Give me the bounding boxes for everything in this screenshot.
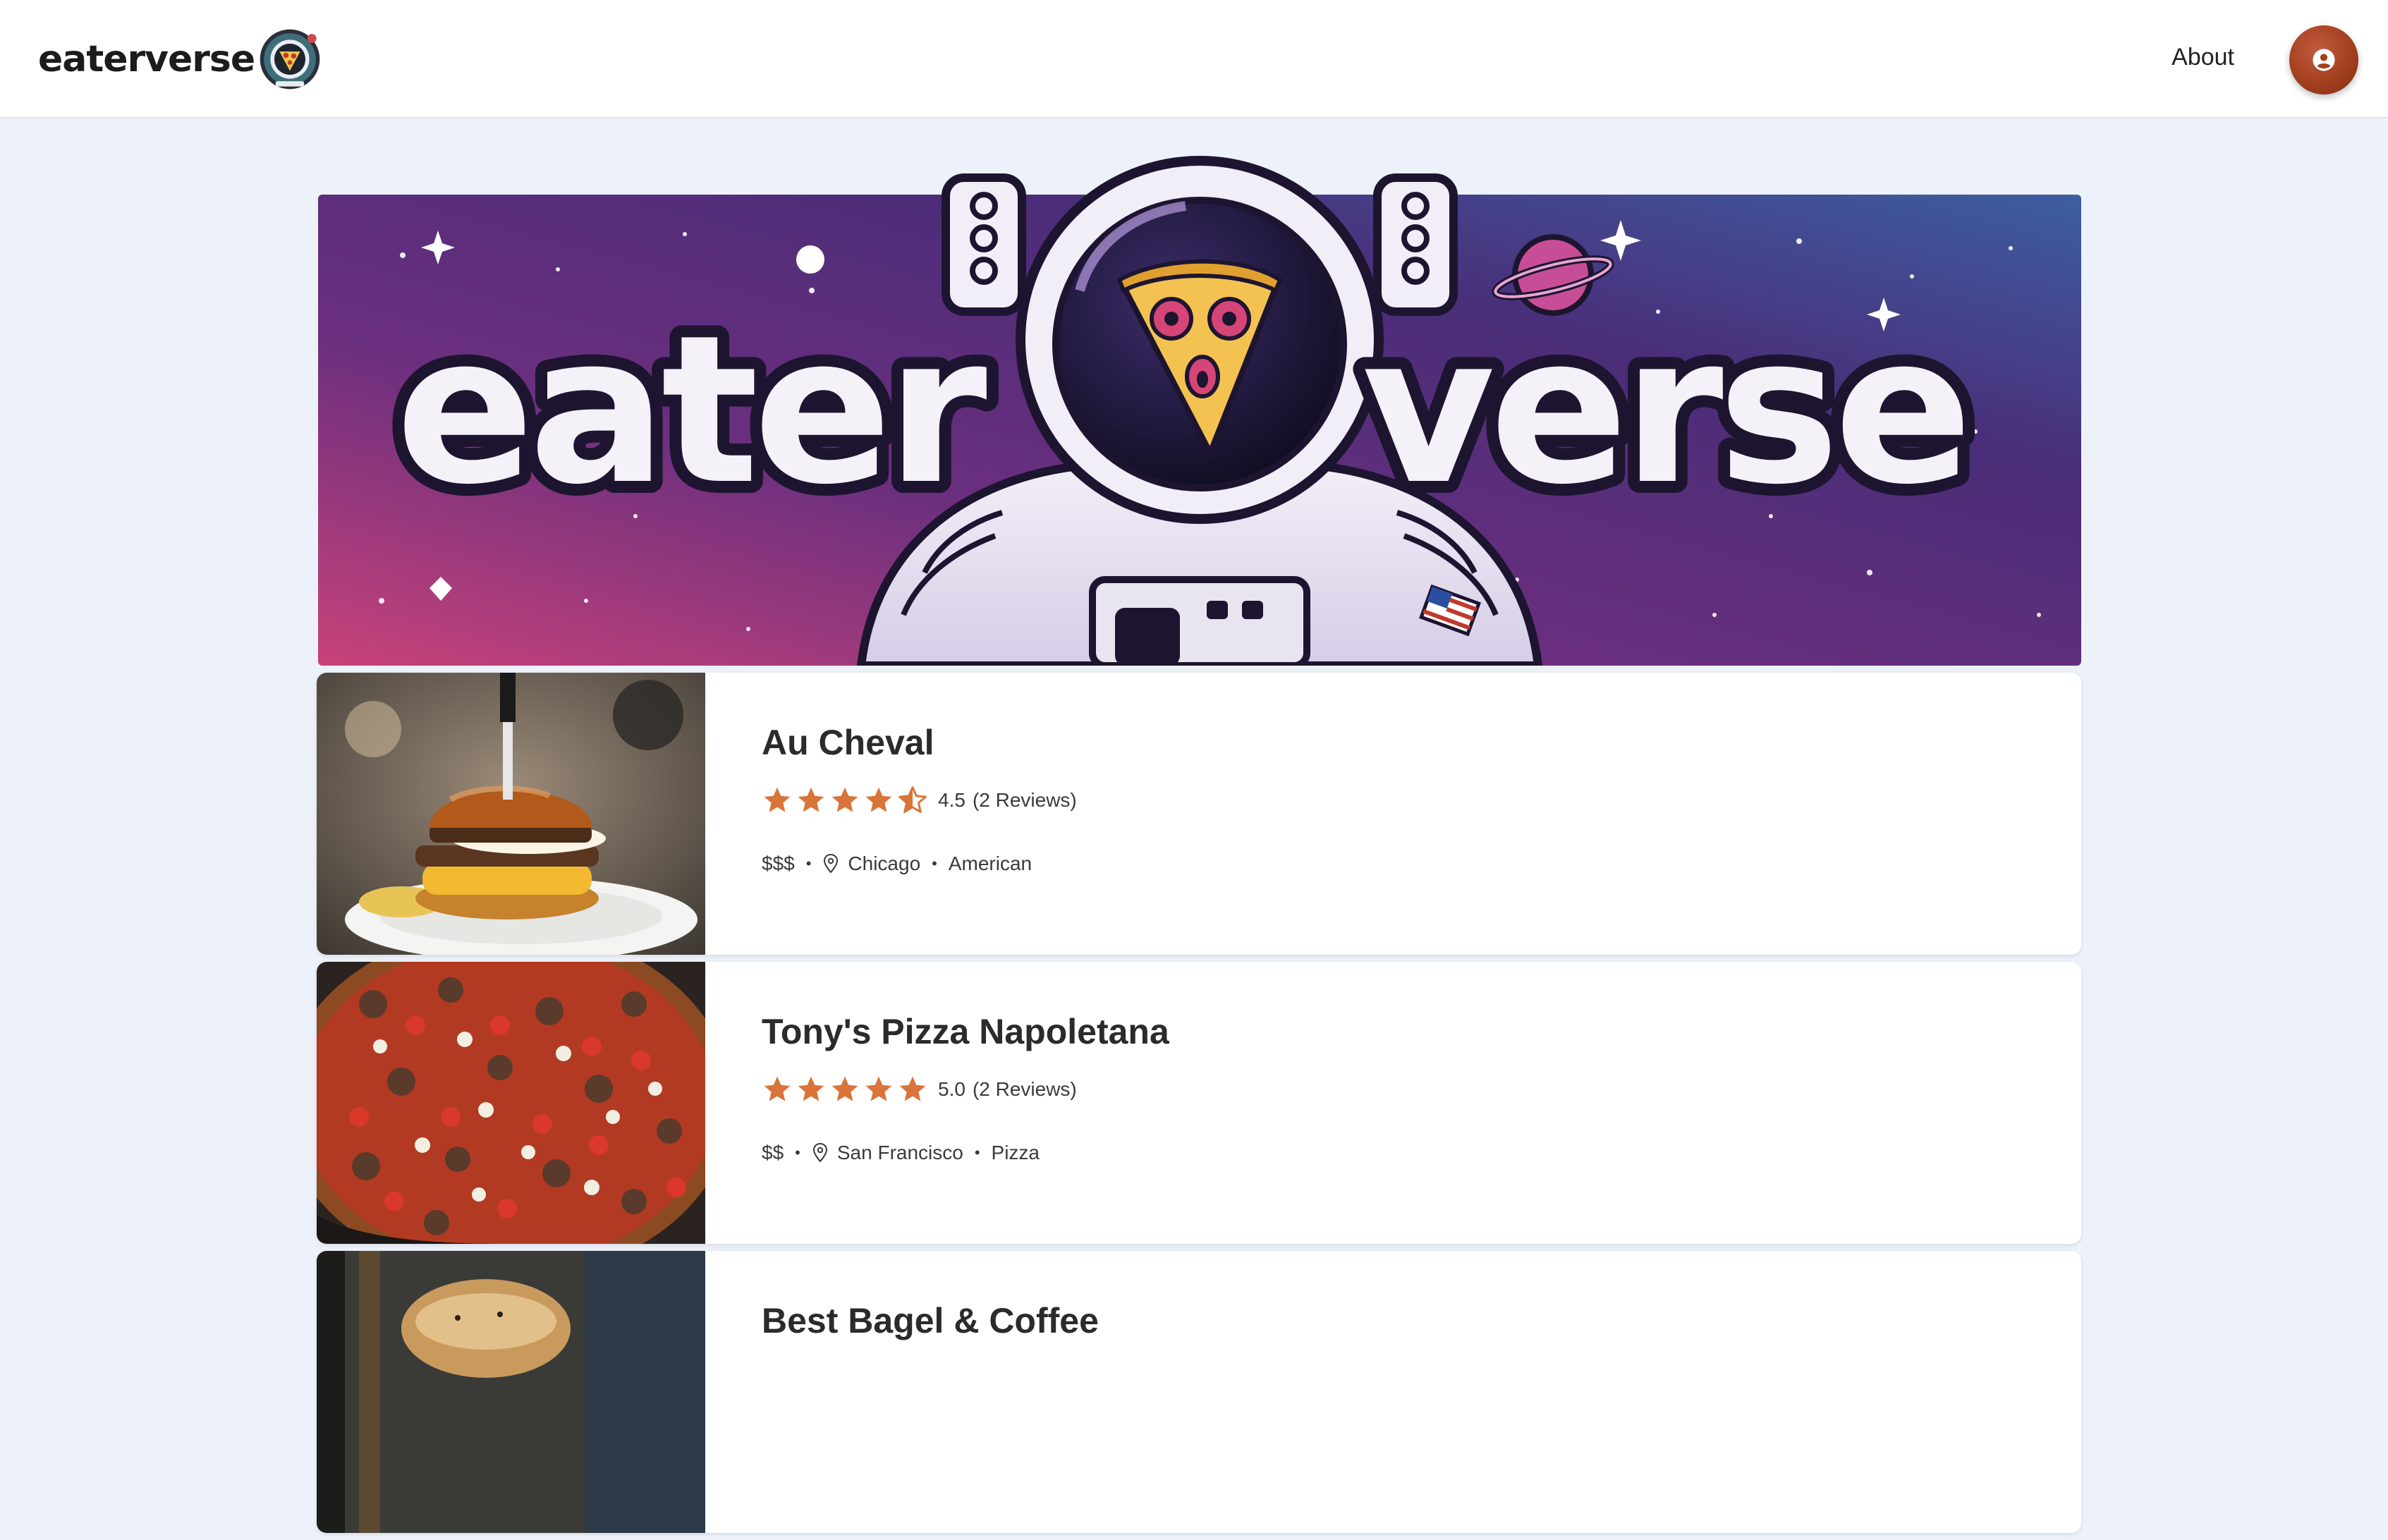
rating-value: 4.5: [938, 789, 965, 811]
restaurant-info: Au Cheval 4.5 (2 Reviews) $$$ • Chicago …: [762, 723, 1077, 875]
user-avatar-button[interactable]: [2289, 25, 2358, 94]
restaurant-city: San Francisco: [836, 1142, 963, 1163]
review-count: (2 Reviews): [972, 789, 1077, 811]
location-pin-icon: [812, 1142, 827, 1163]
hero-banner: eater eater verse verse: [318, 149, 2081, 666]
user-icon: [2313, 49, 2335, 71]
separator-dot: •: [805, 855, 812, 872]
restaurant-info: Tony's Pizza Napoletana 5.0 (2 Reviews) …: [762, 1013, 1169, 1164]
restaurant-card[interactable]: Tony's Pizza Napoletana 5.0 (2 Reviews) …: [317, 962, 2081, 1244]
price-level: $$$: [762, 853, 795, 874]
restaurant-meta: $$ • San Francisco • Pizza: [762, 1142, 1169, 1164]
brand-name: eaterverse: [38, 38, 255, 80]
pizza-photo: [317, 962, 705, 1244]
restaurant-cuisine: Pizza: [991, 1142, 1040, 1163]
rating-value: 5.0: [938, 1078, 965, 1100]
restaurant-city: Chicago: [848, 853, 921, 874]
hero-banner-art: eater eater verse verse: [318, 156, 2081, 666]
restaurant-photo: [317, 673, 705, 955]
star-icon: [899, 1076, 926, 1101]
burger-photo: [317, 673, 705, 955]
rating-row: 5.0 (2 Reviews): [762, 1072, 1169, 1106]
star-icon: [865, 1076, 892, 1101]
restaurant-name[interactable]: Au Cheval: [762, 723, 1077, 762]
star-icon: [865, 787, 892, 812]
star-icon: [831, 1076, 858, 1101]
star-half-icon: [898, 786, 927, 813]
star-icon: [831, 787, 858, 812]
review-count: (2 Reviews): [972, 1078, 1077, 1100]
nav-about-link[interactable]: About: [2171, 44, 2234, 71]
restaurant-card[interactable]: Au Cheval 4.5 (2 Reviews) $$$ • Chicago …: [317, 673, 2081, 955]
price-level: $$: [762, 1142, 784, 1163]
star-icon: [764, 1076, 791, 1101]
restaurant-name[interactable]: Tony's Pizza Napoletana: [762, 1013, 1169, 1051]
hero-title-left: eater: [396, 292, 989, 530]
hero-title-right: verse: [1362, 292, 1967, 530]
pizza-astronaut-logo-icon: [260, 29, 320, 90]
restaurant-meta: $$$ • Chicago • American: [762, 853, 1077, 875]
restaurant-photo: [317, 962, 705, 1244]
star-rating: [762, 785, 928, 816]
top-navigation: eaterverse About: [0, 0, 2388, 118]
restaurant-card[interactable]: Best Bagel & Coffee: [317, 1251, 2081, 1533]
restaurant-photo: [317, 1251, 705, 1533]
rating-row: 4.5 (2 Reviews): [762, 783, 1077, 817]
location-pin-icon: [824, 853, 839, 874]
separator-dot: •: [974, 1144, 980, 1161]
star-icon: [764, 787, 791, 812]
restaurant-cuisine: American: [948, 853, 1032, 874]
star-icon: [798, 1076, 824, 1101]
restaurant-info: Best Bagel & Coffee: [762, 1302, 1099, 1340]
restaurant-name[interactable]: Best Bagel & Coffee: [762, 1302, 1099, 1340]
star-rating: [762, 1074, 928, 1105]
bagel-photo: [317, 1251, 705, 1533]
restaurant-list: Au Cheval 4.5 (2 Reviews) $$$ • Chicago …: [317, 673, 2081, 1540]
separator-dot: •: [932, 855, 937, 872]
brand-logo[interactable]: eaterverse: [38, 24, 322, 94]
star-icon: [798, 787, 824, 812]
separator-dot: •: [795, 1144, 800, 1161]
